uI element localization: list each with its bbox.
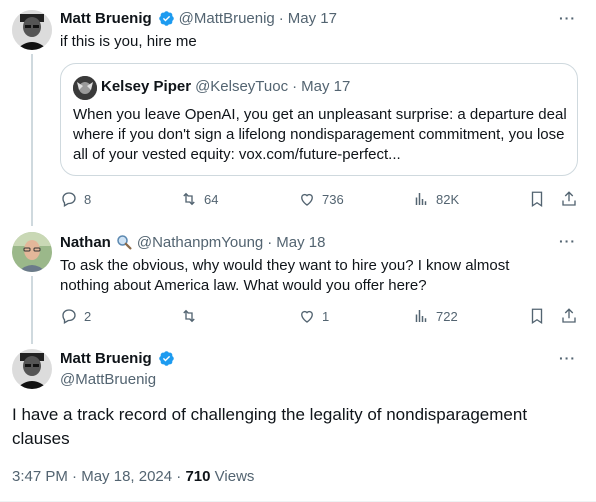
author-handle[interactable]: @NathanpmYoung <box>137 234 263 251</box>
reply-count: 8 <box>84 191 92 207</box>
quoted-tweet-card[interactable]: Kelsey Piper @KelseyTuoc · May 17 When y… <box>60 63 578 176</box>
separator-dot: · <box>278 10 284 27</box>
avatar[interactable] <box>12 232 52 272</box>
thread-connector <box>31 54 33 226</box>
reply-count: 2 <box>84 308 92 324</box>
separator-dot: · <box>176 468 182 485</box>
avatar <box>73 76 97 100</box>
verified-badge-icon <box>158 11 174 26</box>
magnifier-icon <box>117 235 132 250</box>
more-options-icon[interactable]: ··· <box>559 10 576 26</box>
tweet-date[interactable]: May 17 <box>288 10 337 27</box>
avatar[interactable] <box>12 10 52 50</box>
retweet-icon <box>183 309 195 323</box>
reply-button[interactable]: 2 <box>60 307 91 325</box>
views-button[interactable]: 722 <box>412 307 458 325</box>
tweet-full-date[interactable]: May 18, 2024 <box>81 468 172 485</box>
quote-author-name: Kelsey Piper <box>101 78 192 95</box>
separator-dot: · <box>72 468 78 485</box>
views-icon <box>415 310 427 322</box>
more-options-icon[interactable]: ··· <box>559 233 576 249</box>
share-icon[interactable] <box>560 190 578 208</box>
views-button[interactable]: 82K <box>412 190 459 208</box>
views-count: 722 <box>436 308 458 324</box>
author-handle[interactable]: @MattBruenig <box>179 10 275 27</box>
like-button[interactable]: 736 <box>298 190 344 208</box>
thread-connector <box>31 276 33 344</box>
separator-dot: · <box>292 78 298 95</box>
quote-date: May 17 <box>301 78 351 95</box>
like-button[interactable]: 1 <box>298 307 329 325</box>
main-tweet-header: Matt Bruenig <box>60 350 175 367</box>
bookmark-icon[interactable] <box>528 190 546 208</box>
author-handle[interactable]: @MattBruenig <box>60 371 156 388</box>
author-name[interactable]: Nathan <box>60 234 111 251</box>
author-name[interactable]: Matt Bruenig <box>60 10 152 27</box>
views-icon <box>415 193 427 205</box>
quote-author-handle: @KelseyTuoc <box>195 78 289 95</box>
retweet-button[interactable]: 64 <box>180 190 218 208</box>
bookmark-icon[interactable] <box>528 307 546 325</box>
avatar[interactable] <box>12 349 52 389</box>
quote-header: Kelsey Piper @KelseyTuoc · May 17 <box>101 78 350 95</box>
more-options-icon[interactable]: ··· <box>559 350 576 366</box>
quote-text: When you leave OpenAI, you get an unplea… <box>73 106 567 163</box>
views-label: Views <box>214 468 255 485</box>
share-icon[interactable] <box>560 307 578 325</box>
tweet-header: Matt Bruenig @MattBruenig · May 17 <box>60 10 337 27</box>
like-count: 1 <box>322 308 330 324</box>
author-name[interactable]: Matt Bruenig <box>60 350 152 367</box>
tweet-time[interactable]: 3:47 PM <box>12 468 68 485</box>
tweet-meta: 3:47 PM · May 18, 2024 · 710 Views <box>12 468 254 485</box>
tweet-text: if this is you, hire me <box>60 33 197 50</box>
retweet-icon <box>183 192 195 206</box>
reply-button[interactable]: 8 <box>60 190 91 208</box>
tweet-header: Nathan @NathanpmYoung · May 18 <box>60 233 325 251</box>
main-tweet-text: I have a track record of challenging the… <box>12 405 528 448</box>
views-count: 82K <box>436 191 460 207</box>
retweet-button[interactable] <box>180 307 204 325</box>
retweet-count: 64 <box>204 191 219 207</box>
tweet-text: To ask the obvious, why would they want … <box>60 257 510 294</box>
separator-dot: · <box>267 233 273 251</box>
verified-badge-icon <box>158 351 174 366</box>
like-icon <box>301 193 313 206</box>
views-number: 710 <box>185 468 211 485</box>
like-icon <box>301 310 313 323</box>
like-count: 736 <box>322 191 344 207</box>
tweet-date[interactable]: May 18 <box>276 234 325 251</box>
reply-icon <box>62 192 76 207</box>
reply-icon <box>62 309 76 324</box>
